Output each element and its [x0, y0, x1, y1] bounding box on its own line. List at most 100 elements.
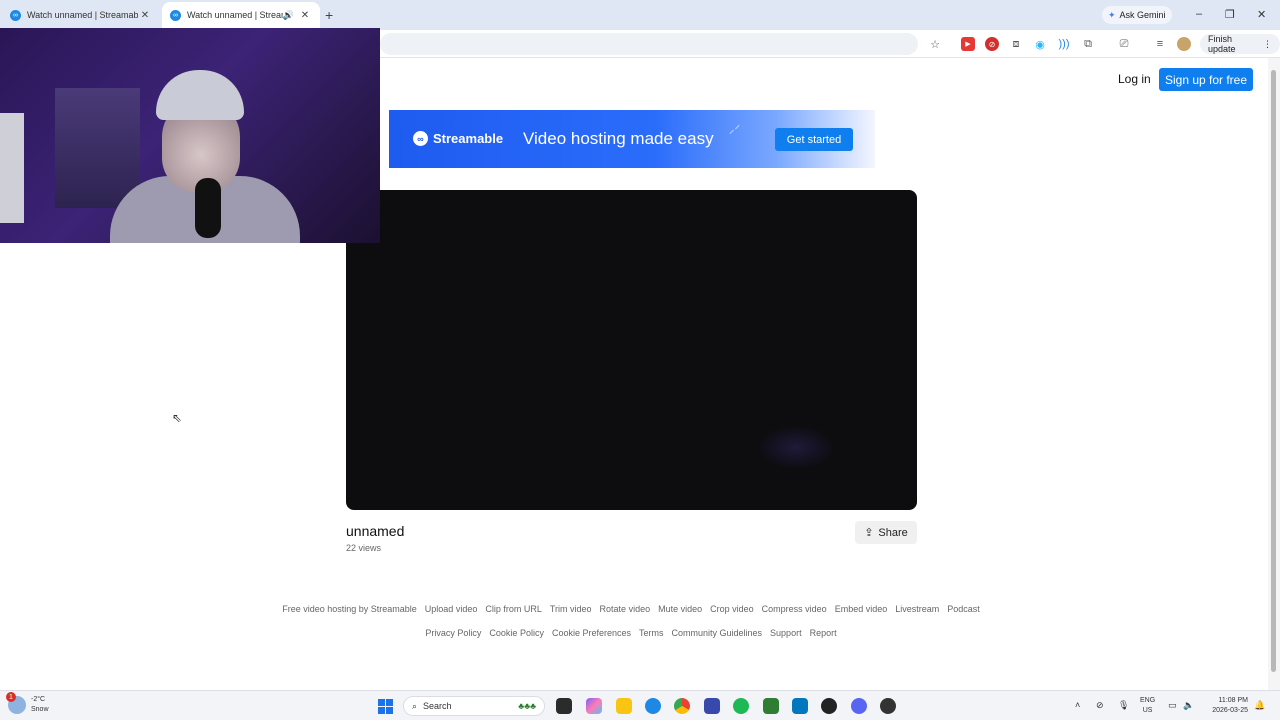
scrollbar-thumb[interactable] [1271, 70, 1276, 672]
footer-link[interactable]: Free video hosting by Streamable [282, 604, 417, 614]
page-scrollbar[interactable] [1268, 58, 1280, 690]
webcam-overlay [0, 28, 380, 243]
finish-update-button[interactable]: Finish update ⋮ [1200, 34, 1280, 54]
sparkle-icon: ⸝⸍ [729, 124, 740, 136]
footer-links-legal: Privacy Policy Cookie Policy Cookie Pref… [0, 628, 1271, 638]
footer-link[interactable]: Crop video [710, 604, 754, 614]
volume-icon[interactable]: 🔈 [1183, 700, 1194, 711]
new-tab-button[interactable]: + [325, 7, 333, 23]
ask-gemini-button[interactable]: ✦ Ask Gemini [1102, 6, 1172, 24]
extension-red-icon[interactable]: ▶ [961, 37, 975, 51]
tab-title: Watch unnamed | Streamable [27, 10, 138, 20]
address-bar[interactable] [380, 33, 918, 55]
extension-circle-icon[interactable]: ⊘ [985, 37, 999, 51]
discord-app-icon[interactable] [851, 698, 867, 714]
streamable-logo: ∞ Streamable [413, 131, 503, 146]
video-player[interactable] [346, 190, 917, 510]
tab-streamable-2[interactable]: ∞ Watch unnamed | Streamabl 🔊 ✕ [162, 2, 320, 28]
audio-playing-icon[interactable]: 🔊 [283, 10, 294, 21]
share-button[interactable]: ⇪ Share [855, 521, 917, 544]
footer-link[interactable]: Clip from URL [485, 604, 542, 614]
edge-browser-icon[interactable] [645, 698, 661, 714]
display-app-icon[interactable] [792, 698, 808, 714]
gemini-sparkle-icon: ✦ [1108, 9, 1116, 20]
tab-close-icon[interactable]: ✕ [138, 10, 152, 21]
footer-link[interactable]: Rotate video [600, 604, 651, 614]
footer-link[interactable]: Report [810, 628, 837, 638]
footer-link[interactable]: Support [770, 628, 802, 638]
tab-streamable-1[interactable]: ∞ Watch unnamed | Streamable ✕ [2, 2, 160, 28]
taskbar-search[interactable]: ⌕ Search ♣♣♣ [403, 696, 545, 716]
copilot-app-icon[interactable] [586, 698, 602, 714]
webcam-monitor [0, 113, 24, 223]
media-controls-icon[interactable]: ≡ [1153, 37, 1167, 51]
restore-button[interactable]: ❐ [1225, 8, 1235, 21]
extensions-puzzle-icon[interactable]: ⧉ [1081, 37, 1095, 51]
taskbar-search-label: Search [423, 701, 452, 711]
chrome-browser-icon[interactable] [674, 698, 690, 714]
webcam-microphone [195, 178, 221, 238]
banner-tagline: Video hosting made easy [523, 129, 714, 148]
footer-link[interactable]: Privacy Policy [425, 628, 481, 638]
video-title: unnamed [346, 523, 405, 539]
remote-desktop-icon[interactable] [704, 698, 720, 714]
share-label: Share [878, 526, 908, 539]
footer-link[interactable]: Cookie Preferences [552, 628, 631, 638]
extension-box-icon[interactable]: ⧈ [1009, 37, 1023, 51]
microphone-icon[interactable]: 🎙 [1118, 700, 1129, 711]
tab-close-icon[interactable]: ✕ [298, 10, 312, 21]
share-icon: ⇪ [864, 527, 874, 539]
game-app-icon[interactable] [880, 698, 896, 714]
weather-snow-icon: 1 [6, 692, 26, 714]
notifications-icon[interactable]: 🔔 [1254, 700, 1265, 711]
video-frame-glow [756, 425, 836, 470]
get-started-button[interactable]: Get started [775, 128, 853, 151]
weather-widget[interactable]: 1 -2°C Snow [6, 692, 49, 715]
weather-temp: -2°C [31, 696, 46, 703]
profile-avatar[interactable] [1177, 37, 1191, 51]
notes-app-icon[interactable] [763, 698, 779, 714]
terminal-app-icon[interactable] [556, 698, 572, 714]
video-view-count: 22 views [346, 543, 382, 553]
spotify-app-icon[interactable] [733, 698, 749, 714]
close-window-button[interactable]: ✕ [1257, 8, 1266, 21]
ask-gemini-label: Ask Gemini [1119, 10, 1166, 20]
footer-link[interactable]: Embed video [835, 604, 888, 614]
language-indicator[interactable]: ENG US [1140, 696, 1155, 716]
promo-banner[interactable]: ∞ Streamable Video hosting made easy ⸝⸍ … [389, 110, 875, 168]
minimize-button[interactable]: – [1196, 8, 1202, 20]
streamable-favicon-icon: ∞ [170, 9, 181, 21]
tab-strip: ∞ Watch unnamed | Streamable ✕ ∞ Watch u… [0, 0, 1280, 30]
footer-link[interactable]: Compress video [762, 604, 827, 614]
streamable-logo-icon: ∞ [413, 131, 428, 146]
signup-button[interactable]: Sign up for free [1159, 68, 1253, 91]
footer-link[interactable]: Livestream [895, 604, 939, 614]
footer-link[interactable]: Mute video [658, 604, 702, 614]
notification-badge: 1 [6, 692, 16, 702]
windows-taskbar: 1 -2°C Snow ⌕ Search ♣♣♣ ˄ ⊘ 🎙 ENG US ▭ … [0, 690, 1280, 720]
finish-update-label: Finish update [1208, 34, 1236, 54]
4k-app-icon[interactable] [821, 698, 837, 714]
footer-link[interactable]: Terms [639, 628, 664, 638]
weather-condition: Snow [31, 706, 49, 713]
extension-wave-icon[interactable]: ))) [1057, 37, 1071, 51]
file-explorer-icon[interactable] [616, 698, 632, 714]
windows-start-icon[interactable] [378, 699, 393, 714]
footer-link[interactable]: Community Guidelines [672, 628, 763, 638]
extension-swirl-icon[interactable]: ◉ [1033, 37, 1047, 51]
footer-link[interactable]: Cookie Policy [489, 628, 544, 638]
footer-link[interactable]: Podcast [947, 604, 980, 614]
footer-link[interactable]: Upload video [425, 604, 478, 614]
tray-overflow-icon[interactable]: ˄ [1075, 700, 1080, 710]
cast-icon[interactable]: ⎚ [1117, 37, 1131, 51]
login-link[interactable]: Log in [1118, 72, 1151, 86]
search-highlight-icon: ♣♣♣ [518, 701, 536, 711]
display-icon[interactable]: ▭ [1168, 700, 1177, 711]
clock-time: 11:08 PM [1218, 697, 1248, 704]
network-off-icon[interactable]: ⊘ [1096, 700, 1104, 711]
system-clock[interactable]: 11:08 PM 2026-03-25 [1200, 696, 1248, 716]
footer-link[interactable]: Trim video [550, 604, 592, 614]
region-code: US [1142, 707, 1153, 714]
bookmark-star-icon[interactable]: ☆ [928, 37, 942, 51]
more-menu-icon: ⋮ [1263, 38, 1272, 49]
